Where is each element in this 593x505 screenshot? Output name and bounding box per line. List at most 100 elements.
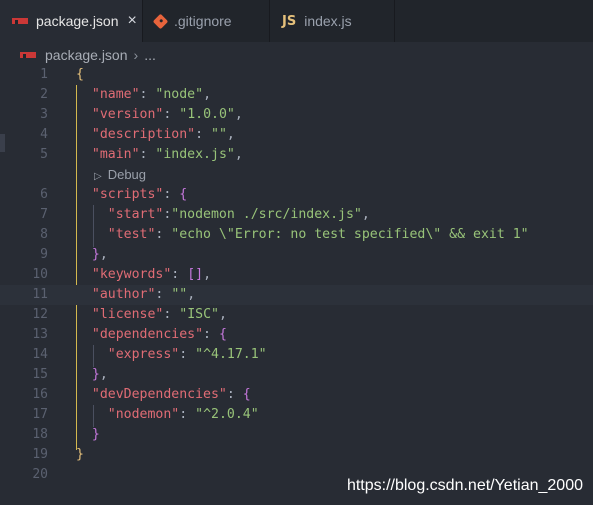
npm-icon	[20, 52, 36, 58]
json-string: "1.0.0"	[179, 107, 235, 122]
line-number: 15	[32, 367, 48, 382]
colon: :	[155, 227, 172, 242]
line-number: 5	[40, 147, 48, 162]
code-line: 3 "version": "1.0.0",	[0, 105, 593, 125]
npm-icon	[12, 18, 28, 24]
json-key: "start"	[107, 207, 164, 222]
code-line: 13 "dependencies": {	[0, 325, 593, 345]
open-brace: {	[179, 187, 188, 202]
json-key: "author"	[91, 287, 156, 302]
line-number: 2	[40, 87, 48, 102]
json-string: "ISC"	[179, 307, 219, 322]
json-string: ""	[211, 127, 227, 142]
colon: :	[226, 387, 243, 402]
close-icon[interactable]: ×	[128, 13, 137, 29]
line-number: 10	[32, 267, 48, 282]
code-line-current: 11 "author": "",	[0, 285, 593, 305]
breadcrumb-file[interactable]: package.json	[45, 47, 128, 63]
tab-bar: package.json × .gitignore JS index.js	[0, 0, 593, 42]
code-line: 17 "nodemon": "^2.0.4"	[0, 405, 593, 425]
json-key: "version"	[91, 107, 164, 122]
code-line: 12 "license": "ISC",	[0, 305, 593, 325]
json-key: "scripts"	[91, 187, 164, 202]
breadcrumb-trail[interactable]: ...	[144, 47, 156, 63]
code-line: 10 "keywords": [],	[0, 265, 593, 285]
root-close-brace: }	[76, 447, 84, 462]
comma: ,	[203, 87, 212, 102]
line-number: 7	[40, 207, 48, 222]
colon: :	[155, 287, 172, 302]
code-line: 1 {	[0, 65, 593, 85]
colon: :	[171, 267, 188, 282]
line-number: 8	[40, 227, 48, 242]
json-key: "name"	[91, 87, 140, 102]
tab-gitignore[interactable]: .gitignore	[143, 0, 270, 42]
comma: ,	[99, 367, 108, 382]
code-line: 18 }	[0, 425, 593, 445]
line-number: 18	[32, 427, 48, 442]
line-number: 19	[32, 447, 48, 462]
json-key: "test"	[107, 227, 156, 242]
line-number: 16	[32, 387, 48, 402]
json-key: "keywords"	[91, 267, 172, 282]
json-key: "nodemon"	[107, 407, 180, 422]
open-brace: {	[218, 327, 227, 342]
json-string: "node"	[155, 87, 204, 102]
code-line: 19 }	[0, 445, 593, 465]
code-line: 5 "main": "index.js",	[0, 145, 593, 165]
line-number: 9	[40, 247, 48, 262]
line-number: 6	[40, 187, 48, 202]
comma: ,	[234, 107, 243, 122]
tab-label: .gitignore	[174, 13, 232, 29]
code-line: 9 },	[0, 245, 593, 265]
code-line: 6 "scripts": {	[0, 185, 593, 205]
codelens-label: Debug	[107, 167, 147, 182]
colon: :	[179, 347, 196, 362]
tab-package-json[interactable]: package.json ×	[0, 0, 143, 42]
json-string: "echo \"Error: no test specified\" && ex…	[171, 227, 529, 242]
code-line: 2 "name": "node",	[0, 85, 593, 105]
line-number: 3	[40, 107, 48, 122]
tab-index-js[interactable]: JS index.js	[270, 0, 395, 42]
tab-label: index.js	[304, 13, 352, 29]
line-number: 1	[40, 67, 48, 82]
comma: ,	[187, 287, 196, 302]
json-key: "devDependencies"	[91, 387, 227, 402]
line-number: 17	[32, 407, 48, 422]
colon: :	[195, 127, 211, 142]
json-string: "nodemon ./src/index.js"	[171, 207, 362, 222]
colon: :	[163, 187, 180, 202]
code-line: 15 },	[0, 365, 593, 385]
json-key: "description"	[91, 127, 196, 142]
line-number: 4	[40, 127, 48, 142]
code-line: 7 "start":"nodemon ./src/index.js",	[0, 205, 593, 225]
json-string: "^2.0.4"	[195, 407, 259, 422]
colon: :	[163, 307, 180, 322]
code-line: 4 "description": "",	[0, 125, 593, 145]
colon: :	[163, 107, 180, 122]
close-brace: }	[91, 367, 100, 382]
root-open-brace: {	[76, 67, 84, 82]
comma: ,	[99, 247, 108, 262]
line-number: 14	[32, 347, 48, 362]
line-number: 20	[32, 467, 48, 482]
colon: :	[203, 327, 219, 342]
json-key: "main"	[91, 147, 140, 162]
comma: ,	[226, 127, 235, 142]
colon: :	[139, 87, 156, 102]
close-brace: }	[91, 427, 100, 442]
code-editor[interactable]: 1 { 2 "name": "node", 3 "version": "1.0.…	[0, 65, 593, 505]
line-number: 12	[32, 307, 48, 322]
code-line: 16 "devDependencies": {	[0, 385, 593, 405]
colon: :	[139, 147, 156, 162]
empty-array: []	[187, 267, 204, 282]
comma: ,	[203, 267, 212, 282]
line-number: 11	[32, 287, 48, 302]
json-key: "dependencies"	[91, 327, 204, 342]
json-key: "express"	[107, 347, 180, 362]
line-number: 13	[32, 327, 48, 342]
code-line: 8 "test": "echo \"Error: no test specifi…	[0, 225, 593, 245]
comma: ,	[361, 207, 370, 222]
debug-codelens[interactable]: ▷ Debug	[94, 165, 146, 185]
breadcrumb-separator: ›	[133, 47, 139, 63]
